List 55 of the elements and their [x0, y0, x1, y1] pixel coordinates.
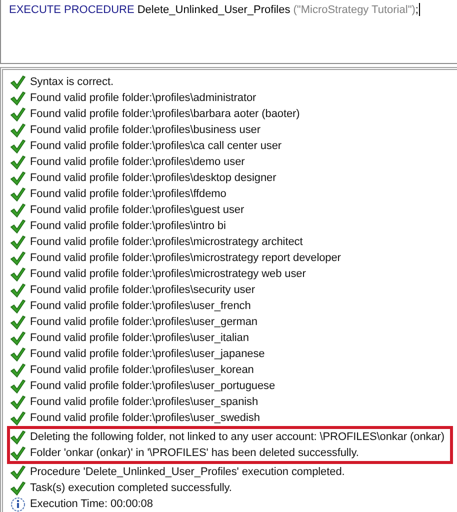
log-message: Found valid profile folder:\profiles\microstrategy architect [30, 236, 303, 248]
checkmark-icon [10, 394, 26, 410]
checkmark-icon [10, 464, 26, 480]
checkmark-icon [10, 298, 26, 314]
log-message: Deleting the following folder, not linked to any user account: \PROFILES\onkar (onkar) [30, 431, 445, 443]
log-message: Procedure 'Delete_Unlinked_User_Profiles' execution completed. [30, 466, 345, 478]
log-message: Found valid profile folder:\profiles\user_japanese [30, 348, 265, 360]
checkmark-icon [10, 186, 26, 202]
checkmark-icon [10, 202, 26, 218]
checkmark-icon [10, 410, 26, 426]
log-message: Found valid profile folder:\profiles\user_french [30, 300, 251, 312]
checkmark-icon [10, 138, 26, 154]
checkmark-icon [10, 282, 26, 298]
log-message: Task(s) execution completed successfully. [30, 482, 232, 494]
procedure-statement: EXECUTE PROCEDURE Delete_Unlinked_User_Profiles ("MicroStrategy Tutorial"); [9, 3, 422, 16]
query-editor[interactable]: EXECUTE PROCEDURE Delete_Unlinked_User_Profiles ("MicroStrategy Tutorial"); [0, 0, 457, 64]
log-message: Found valid profile folder:\profiles\security user [30, 284, 255, 296]
checkmark-icon [10, 218, 26, 234]
log-message: Syntax is correct. [30, 76, 114, 88]
checkmark-icon [10, 154, 26, 170]
log-message: Found valid profile folder:\profiles\intro bi [30, 220, 226, 232]
checkmark-icon [10, 74, 26, 90]
checkmark-icon [10, 378, 26, 394]
log-message: Found valid profile folder:\profiles\ffdemo [30, 188, 226, 200]
checkmark-icon [10, 362, 26, 378]
checkmark-icon [10, 250, 26, 266]
checkmark-icon [10, 346, 26, 362]
log-message: Found valid profile folder:\profiles\barbara aoter (baoter) [30, 108, 300, 120]
checkmark-icon [10, 106, 26, 122]
checkmark-icon [10, 170, 26, 186]
checkmark-icon [10, 430, 26, 444]
checkmark-icon [10, 314, 26, 330]
log-message: Found valid profile folder:\profiles\user_german [30, 316, 258, 328]
checkmark-icon [10, 90, 26, 106]
log-message: Found valid profile folder:\profiles\user_spanish [30, 396, 258, 408]
checkmark-icon [10, 446, 26, 460]
log-message: Found valid profile folder:\profiles\ca call center user [30, 140, 282, 152]
log-message: Found valid profile folder:\profiles\microstrategy web user [30, 268, 306, 280]
log-message: Execution Time: 00:00:08 [30, 498, 153, 510]
checkmark-icon [10, 330, 26, 346]
log-message: Folder 'onkar (onkar)' in '\PROFILES' has been deleted successfully. [30, 447, 359, 459]
log-message: Found valid profile folder:\profiles\user_italian [30, 332, 249, 344]
log-message: Found valid profile folder:\profiles\demo user [30, 156, 245, 168]
log-message: Found valid profile folder:\profiles\user_portuguese [30, 380, 276, 392]
log-message: Found valid profile folder:\profiles\user_korean [30, 364, 254, 376]
checkmark-icon [10, 122, 26, 138]
log-message: Found valid profile folder:\profiles\desktop designer [30, 172, 276, 184]
checkmark-icon [10, 480, 26, 496]
log-message: Found valid profile folder:\profiles\guest user [30, 204, 244, 216]
checkmark-icon [10, 234, 26, 250]
log-message: Found valid profile folder:\profiles\microstrategy report developer [30, 252, 341, 264]
checkmark-icon [10, 266, 26, 282]
log-message: Found valid profile folder:\profiles\business user [30, 124, 260, 136]
log-message: Found valid profile folder:\profiles\administrator [30, 92, 256, 104]
log-message: Found valid profile folder:\profiles\user_swedish [30, 412, 260, 424]
